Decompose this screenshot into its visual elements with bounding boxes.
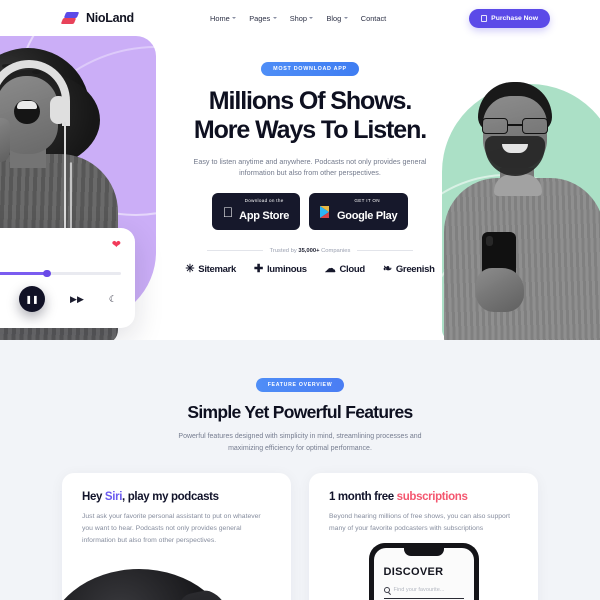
- phone-search-placeholder: Find your favourite...: [393, 586, 445, 593]
- brand-logo[interactable]: NioLand: [60, 11, 134, 26]
- trusted-suffix: Companies: [319, 247, 351, 254]
- google-play-small: GET IT ON: [349, 198, 379, 204]
- feature-card-siri: Hey Siri, play my podcasts Just ask your…: [62, 472, 291, 600]
- app-store-big: App Store: [233, 209, 289, 222]
- title-pre: 1 month free: [329, 490, 397, 503]
- nav-item-contact[interactable]: Contact: [361, 14, 386, 23]
- trusted-count: 35,000+: [298, 247, 320, 254]
- brand-label: Sitemark: [198, 263, 237, 275]
- feature-card-subscriptions: 1 month free subscriptions Beyond hearin…: [309, 472, 538, 600]
- hero-section: Growth Alex Courtney ❤ ⤫ ◀◀ ❚❚ ▶▶ ☾ MOST…: [0, 36, 600, 340]
- features-subtitle-line2: maximizing efficiency for optimal perfor…: [228, 444, 372, 452]
- phone-search-field[interactable]: Find your favourite...: [383, 586, 464, 599]
- brand-logos: ✳ Sitemark ✚ luminous ☁ Cloud ❧ Greenish: [165, 262, 455, 275]
- hero-content: MOST DOWNLOAD APP Millions Of Shows. Mor…: [165, 36, 455, 275]
- title-accent: Siri: [104, 490, 123, 503]
- hero-title-line2: More Ways To Listen.: [193, 116, 427, 145]
- trusted-prefix: Trusted by: [269, 247, 299, 254]
- next-icon[interactable]: ▶▶: [70, 294, 84, 305]
- nav-item-blog[interactable]: Blog: [326, 13, 348, 23]
- hero-lead: Easy to listen anytime and anywhere. Pod…: [193, 156, 427, 178]
- nioland-logo-icon: [60, 11, 80, 26]
- chevron-down-icon: [343, 17, 348, 19]
- site-header: NioLand Home Pages Shop Blog Contact Pur…: [0, 0, 600, 36]
- greenish-leaf-icon: ❧: [382, 262, 392, 275]
- hero-badge: MOST DOWNLOAD APP: [261, 62, 359, 76]
- brand-name: NioLand: [86, 11, 134, 25]
- chevron-down-icon: [272, 17, 277, 19]
- chevron-down-icon: [232, 17, 237, 19]
- feature-card-body: Beyond hearing millions of free shows, y…: [329, 512, 510, 532]
- trusted-by-text: Trusted by 35,000+ Companies: [270, 248, 351, 254]
- phone-screen: DISCOVER Find your favourite...: [373, 547, 474, 600]
- brand-label: luminous: [266, 263, 307, 275]
- progress-slider[interactable]: [0, 269, 121, 278]
- hero-title: Millions Of Shows. More Ways To Listen.: [165, 87, 455, 146]
- purchase-now-button[interactable]: Purchase Now: [469, 8, 550, 28]
- title-post: , play my podcasts: [122, 490, 219, 503]
- features-subtitle: Powerful features designed with simplici…: [0, 431, 600, 455]
- nav-label: Shop: [289, 13, 307, 23]
- search-icon: [383, 586, 390, 593]
- feature-card-body: Just ask your favorite personal assistan…: [82, 512, 261, 544]
- trusted-by-row: Trusted by 35,000+ Companies: [165, 248, 455, 254]
- google-play-icon: [320, 205, 331, 218]
- apple-icon: : [223, 205, 234, 219]
- night-mode-icon[interactable]: ☾: [109, 294, 117, 305]
- nav-item-shop[interactable]: Shop: [290, 14, 314, 23]
- nav-label: Blog: [326, 13, 342, 23]
- brand-label: Greenish: [395, 263, 435, 275]
- features-title: Simple Yet Powerful Features: [187, 402, 413, 422]
- phone-notch: [403, 547, 444, 556]
- features-subtitle-line1: Powerful features designed with simplici…: [178, 433, 422, 440]
- nav-label: Home: [210, 13, 230, 23]
- music-player-card: Growth Alex Courtney ❤ ⤫ ◀◀ ❚❚ ▶▶ ☾: [0, 228, 135, 328]
- app-store-small: Download on the: [239, 198, 284, 204]
- features-badge: FEATURE OVERVIEW: [255, 378, 345, 392]
- purchase-now-label: Purchase Now: [491, 14, 538, 22]
- man-with-phone-photo: [438, 82, 600, 340]
- feature-card-title: Hey Siri, play my podcasts: [82, 491, 271, 503]
- main-navigation: Home Pages Shop Blog Contact: [210, 14, 386, 23]
- sitemark-asterisk-icon: ✳: [185, 262, 195, 275]
- phone-mockup-photo: DISCOVER Find your favourite...: [368, 542, 479, 600]
- feature-cards: Hey Siri, play my podcasts Just ask your…: [0, 472, 600, 600]
- hero-title-line1: Millions Of Shows.: [208, 87, 413, 115]
- heart-icon[interactable]: ❤: [112, 240, 121, 251]
- nav-label: Contact: [360, 13, 387, 23]
- headphone-earcup-photo: [62, 568, 232, 600]
- divider-right: [357, 250, 414, 252]
- phone-screen-title: DISCOVER: [383, 565, 444, 578]
- luminous-plus-icon: ✚: [254, 262, 263, 275]
- progress-knob[interactable]: [43, 269, 51, 278]
- brand-luminous: ✚ luminous: [254, 262, 307, 275]
- progress-fill: [0, 272, 47, 275]
- app-store-button[interactable]:  Download on the App Store: [211, 193, 301, 230]
- features-header: FEATURE OVERVIEW Simple Yet Powerful Fea…: [0, 340, 600, 455]
- pause-icon[interactable]: ❚❚: [19, 286, 46, 312]
- chevron-down-icon: [309, 17, 314, 19]
- app-store-buttons:  Download on the App Store GET IT ON Go…: [165, 193, 455, 230]
- nav-item-home[interactable]: Home: [210, 13, 237, 23]
- brand-greenish: ❧ Greenish: [382, 262, 435, 275]
- features-section: FEATURE OVERVIEW Simple Yet Powerful Fea…: [0, 340, 600, 600]
- title-accent: subscriptions: [396, 490, 468, 503]
- player-controls: ⤫ ◀◀ ❚❚ ▶▶ ☾: [0, 286, 121, 312]
- cart-icon: [481, 14, 488, 22]
- nav-label: Pages: [249, 13, 271, 23]
- feature-card-title: 1 month free subscriptions: [329, 491, 518, 503]
- brand-cloud: ☁ Cloud: [324, 262, 365, 275]
- divider-left: [206, 250, 263, 252]
- google-play-button[interactable]: GET IT ON Google Play: [309, 193, 409, 230]
- brand-label: Cloud: [339, 263, 365, 275]
- landing-page: NioLand Home Pages Shop Blog Contact Pur…: [0, 0, 600, 600]
- title-pre: Hey: [82, 490, 105, 503]
- cloud-icon: ☁: [324, 262, 336, 275]
- google-play-big: Google Play: [331, 209, 398, 222]
- nav-item-pages[interactable]: Pages: [249, 13, 277, 23]
- brand-sitemark: ✳ Sitemark: [185, 262, 237, 275]
